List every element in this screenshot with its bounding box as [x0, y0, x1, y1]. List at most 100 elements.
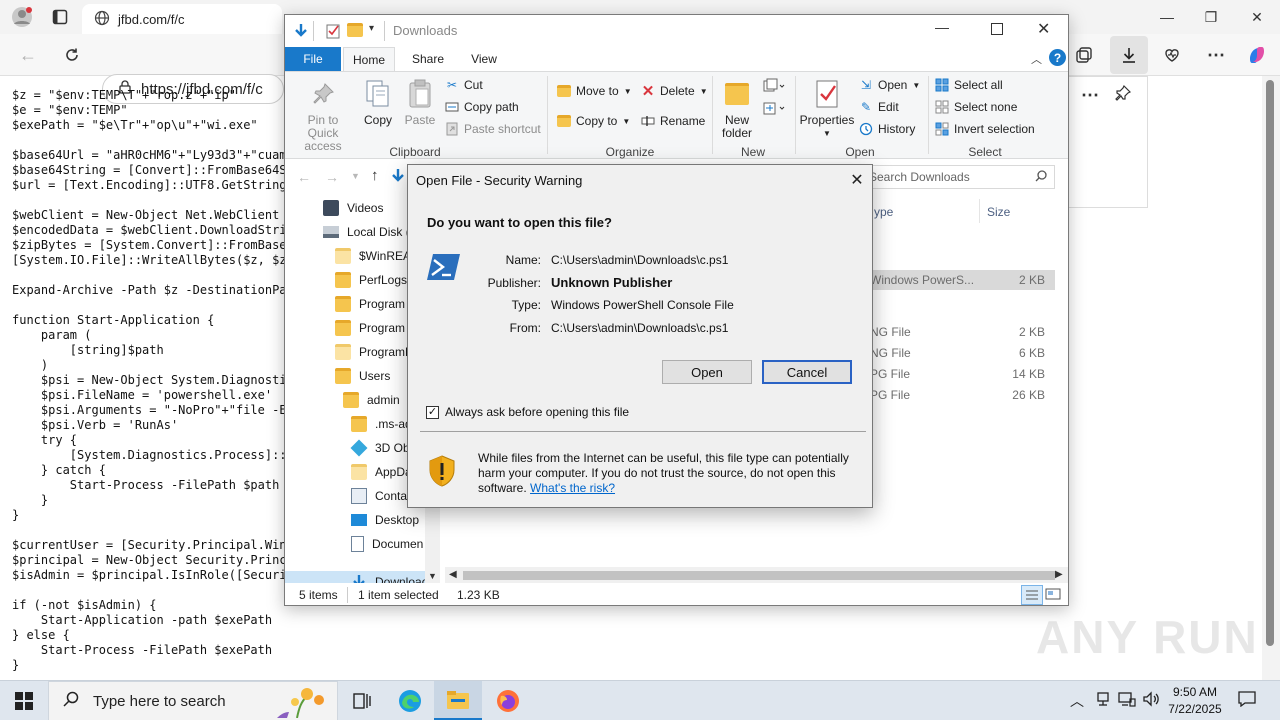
- browser-scrollbar-thumb[interactable]: [1266, 80, 1274, 646]
- collapse-ribbon-icon[interactable]: ︿: [1031, 51, 1042, 67]
- invert-selection-button[interactable]: Invert selection: [935, 122, 1035, 136]
- nav-item-programdata[interactable]: ProgramD: [335, 341, 414, 363]
- explorer-maximize-button[interactable]: [991, 23, 1003, 35]
- customize-dropdown-icon[interactable]: ▾: [369, 23, 374, 34]
- profile-avatar-icon[interactable]: [6, 1, 38, 33]
- file-explorer-taskbar-icon[interactable]: [434, 681, 482, 720]
- browser-essentials-icon[interactable]: [1156, 39, 1188, 71]
- nav-item-winreagent[interactable]: $WinREAg: [335, 245, 418, 267]
- properties-button[interactable]: Properties ▼: [799, 78, 855, 140]
- paste-shortcut-button[interactable]: Paste shortcut: [445, 122, 541, 136]
- move-to-button[interactable]: Move to ▼: [557, 84, 632, 98]
- tab-file[interactable]: File: [285, 47, 341, 71]
- delete-button[interactable]: ✕ Delete ▼: [641, 83, 708, 100]
- scroll-down-arrow-icon[interactable]: ▼: [428, 571, 437, 581]
- file-row[interactable]: PG File 26 KB: [870, 385, 1055, 405]
- dialog-close-button[interactable]: ✕: [844, 169, 870, 191]
- nav-back-icon[interactable]: ←: [297, 169, 311, 185]
- nav-item-ms-ad[interactable]: .ms-ad: [351, 413, 412, 435]
- pin-quick-access-button[interactable]: Pin to Quick access: [291, 78, 355, 153]
- history-button[interactable]: History: [859, 122, 915, 136]
- nav-item-local-disk[interactable]: Local Disk (C: [323, 221, 418, 243]
- nav-up-icon[interactable]: ↑: [371, 167, 379, 184]
- browser-close-button[interactable]: ✕: [1234, 2, 1280, 32]
- details-view-icon[interactable]: [1021, 585, 1043, 605]
- show-hidden-icons-icon[interactable]: ︿: [1070, 691, 1084, 711]
- help-icon[interactable]: ?: [1049, 49, 1066, 66]
- new-folder-quick-icon[interactable]: [347, 23, 363, 37]
- cancel-button[interactable]: Cancel: [762, 360, 852, 384]
- select-none-button[interactable]: Select none: [935, 100, 1017, 114]
- firefox-taskbar-icon[interactable]: [484, 681, 532, 720]
- rename-button[interactable]: Rename: [641, 114, 705, 128]
- cut-button[interactable]: ✂ Cut: [445, 78, 483, 92]
- column-header-size[interactable]: Size: [987, 205, 1010, 219]
- nav-item-perflogs[interactable]: PerfLogs: [335, 269, 407, 291]
- edit-button[interactable]: ✎ Edit: [859, 100, 899, 114]
- new-folder-button[interactable]: New folder: [717, 78, 757, 140]
- nav-item-users[interactable]: Users: [335, 365, 390, 387]
- more-options-icon[interactable]: ⋯: [1200, 39, 1232, 71]
- whats-the-risk-link[interactable]: What's the risk?: [530, 481, 615, 495]
- copy-button[interactable]: Copy: [363, 78, 393, 127]
- nav-forward-icon[interactable]: →: [325, 169, 339, 185]
- easy-access-icon[interactable]: [763, 100, 785, 119]
- scroll-left-arrow-icon[interactable]: ◀: [449, 569, 457, 580]
- nav-item-appdata[interactable]: AppDat: [351, 461, 415, 483]
- select-all-button[interactable]: Select all: [935, 78, 1003, 92]
- copilot-icon[interactable]: [1241, 39, 1273, 71]
- explorer-close-button[interactable]: ✕: [1037, 19, 1050, 39]
- nav-item-program-files[interactable]: Program F: [335, 293, 416, 315]
- properties-check-icon[interactable]: [325, 23, 341, 42]
- horizontal-scrollbar-thumb[interactable]: [463, 571, 1055, 580]
- tab-share[interactable]: Share: [401, 47, 455, 71]
- file-row[interactable]: PG File 14 KB: [870, 364, 1055, 384]
- file-row[interactable]: NG File 6 KB: [870, 343, 1055, 363]
- downloads-icon[interactable]: [1110, 36, 1148, 74]
- ethernet-icon[interactable]: [1118, 691, 1136, 710]
- tab-view[interactable]: View: [457, 47, 511, 71]
- open-button[interactable]: Open: [662, 360, 752, 384]
- copy-path-button[interactable]: Copy path: [445, 100, 519, 114]
- copy-to-button[interactable]: Copy to ▼: [557, 114, 630, 128]
- reload-icon[interactable]: [56, 39, 88, 71]
- start-button[interactable]: [0, 681, 48, 720]
- new-item-icon[interactable]: [763, 78, 785, 97]
- nav-item-downloads[interactable]: Download: [351, 571, 428, 583]
- notification-center-icon[interactable]: [1238, 691, 1256, 710]
- network-status-icon[interactable]: [1095, 691, 1111, 710]
- scroll-right-arrow-icon[interactable]: ▶: [1055, 569, 1063, 580]
- browser-restore-button[interactable]: ❐: [1188, 2, 1234, 32]
- always-ask-checkbox-row[interactable]: ✓ Always ask before opening this file: [426, 405, 629, 419]
- nav-item-documents[interactable]: Documen: [351, 533, 423, 555]
- explorer-search-input[interactable]: Search Downloads: [860, 165, 1055, 189]
- nav-item-videos[interactable]: Videos: [323, 197, 383, 219]
- volume-icon[interactable]: [1142, 691, 1160, 710]
- quick-access-download-icon[interactable]: [293, 23, 309, 42]
- nav-item-desktop[interactable]: Desktop: [351, 509, 419, 531]
- file-row[interactable]: Windows PowerS... 2 KB: [870, 270, 1055, 290]
- column-header-type[interactable]: ype: [874, 205, 893, 219]
- browser-minimize-button[interactable]: —: [1144, 2, 1190, 32]
- task-view-icon[interactable]: [338, 681, 386, 720]
- nav-item-program-files-x86[interactable]: Program F: [335, 317, 416, 339]
- flyout-more-icon[interactable]: ⋯: [1081, 85, 1099, 106]
- edge-taskbar-icon[interactable]: [386, 681, 434, 720]
- nav-item-admin[interactable]: admin: [343, 389, 400, 411]
- back-icon[interactable]: ←: [12, 39, 44, 71]
- browser-tab[interactable]: jfbd.com/f/c: [82, 4, 282, 34]
- explorer-minimize-button[interactable]: —: [935, 19, 949, 35]
- collections-icon[interactable]: [1068, 39, 1100, 71]
- tab-home[interactable]: Home: [343, 47, 395, 71]
- taskbar-clock[interactable]: 9:50 AM 7/22/2025: [1160, 684, 1230, 718]
- paste-button[interactable]: Paste: [403, 78, 437, 127]
- large-icons-view-icon[interactable]: [1045, 587, 1061, 604]
- recent-locations-icon[interactable]: ▼: [351, 171, 360, 181]
- tab-actions-icon[interactable]: [44, 1, 76, 33]
- open-button[interactable]: ⇲ Open ▼: [859, 78, 920, 92]
- nav-item-contacts[interactable]: Contac: [351, 485, 413, 507]
- file-row[interactable]: NG File 2 KB: [870, 322, 1055, 342]
- taskbar-search-box[interactable]: Type here to search: [48, 681, 338, 720]
- pin-icon[interactable]: [1115, 84, 1132, 104]
- always-ask-checkbox[interactable]: ✓: [426, 405, 439, 419]
